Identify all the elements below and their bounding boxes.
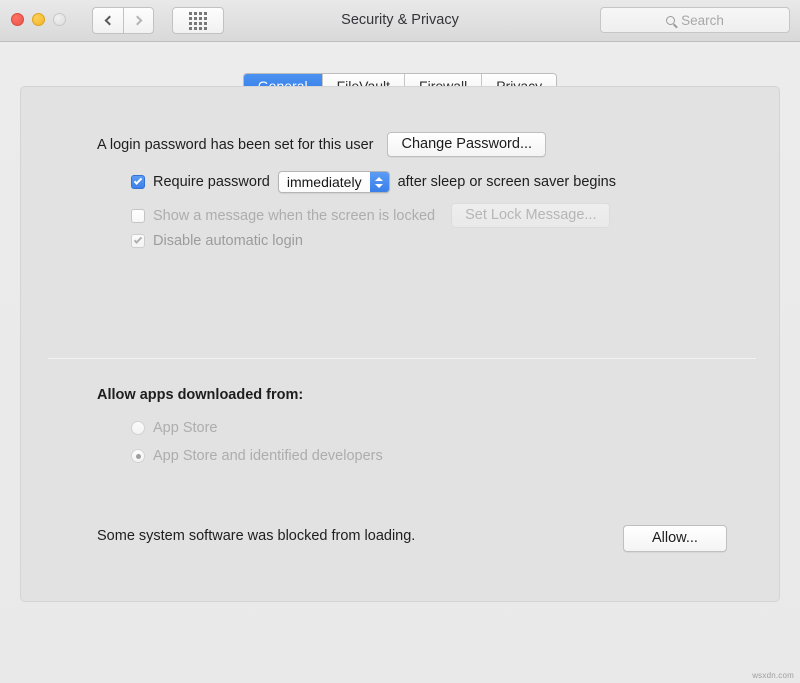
- window-footer: Click the lock to make changes. Advanced…: [0, 602, 800, 683]
- search-field[interactable]: Search: [600, 7, 790, 33]
- password-status-row: A login password has been set for this u…: [97, 132, 547, 157]
- lock-message-row: Show a message when the screen is locked…: [131, 203, 611, 228]
- section-divider: [48, 358, 756, 359]
- change-password-button[interactable]: Change Password...: [387, 132, 547, 157]
- require-password-label: Require password: [153, 174, 270, 190]
- radio-app-store: [131, 421, 145, 435]
- search-placeholder: Search: [681, 12, 724, 28]
- blocked-software-row: Some system software was blocked from lo…: [97, 528, 415, 544]
- require-password-checkbox[interactable]: [131, 175, 145, 189]
- allow-apps-option-appstore: App Store: [131, 420, 218, 436]
- allow-button[interactable]: Allow...: [623, 525, 727, 552]
- checkmark-icon: [133, 235, 143, 244]
- radio-app-store-label: App Store: [153, 420, 218, 436]
- allow-button-wrap: Allow...: [623, 525, 727, 552]
- watermark-label: wsxdn.com: [752, 671, 794, 680]
- require-password-suffix-label: after sleep or screen saver begins: [397, 174, 616, 190]
- set-lock-message-button: Set Lock Message...: [451, 203, 611, 228]
- allow-apps-heading: Allow apps downloaded from:: [97, 387, 304, 403]
- require-password-row: Require password immediately after sleep…: [131, 171, 616, 193]
- security-privacy-window: Security & Privacy Search General FileVa…: [0, 0, 800, 683]
- window-titlebar: Security & Privacy Search: [0, 0, 800, 42]
- require-password-delay-popup[interactable]: immediately: [277, 171, 390, 193]
- search-icon: [666, 15, 676, 25]
- disable-auto-login-label: Disable automatic login: [153, 233, 303, 249]
- allow-apps-heading-row: Allow apps downloaded from:: [97, 387, 303, 403]
- checkmark-icon: [133, 176, 143, 185]
- blocked-software-message: Some system software was blocked from lo…: [97, 528, 416, 544]
- password-status-label: A login password has been set for this u…: [97, 136, 374, 153]
- general-settings-panel: A login password has been set for this u…: [20, 86, 780, 602]
- allow-apps-option-appstore-identified: App Store and identified developers: [131, 448, 383, 464]
- lock-message-checkbox: [131, 208, 145, 223]
- chevron-updown-icon: [369, 172, 389, 192]
- radio-selected-dot: [135, 453, 141, 459]
- radio-app-store-identified: [131, 449, 145, 463]
- disable-auto-login-checkbox: [131, 234, 145, 248]
- radio-app-store-identified-label: App Store and identified developers: [153, 448, 383, 464]
- disable-auto-login-row: Disable automatic login: [131, 233, 303, 249]
- require-password-delay-value: immediately: [278, 172, 370, 192]
- lock-message-label: Show a message when the screen is locked: [153, 207, 436, 224]
